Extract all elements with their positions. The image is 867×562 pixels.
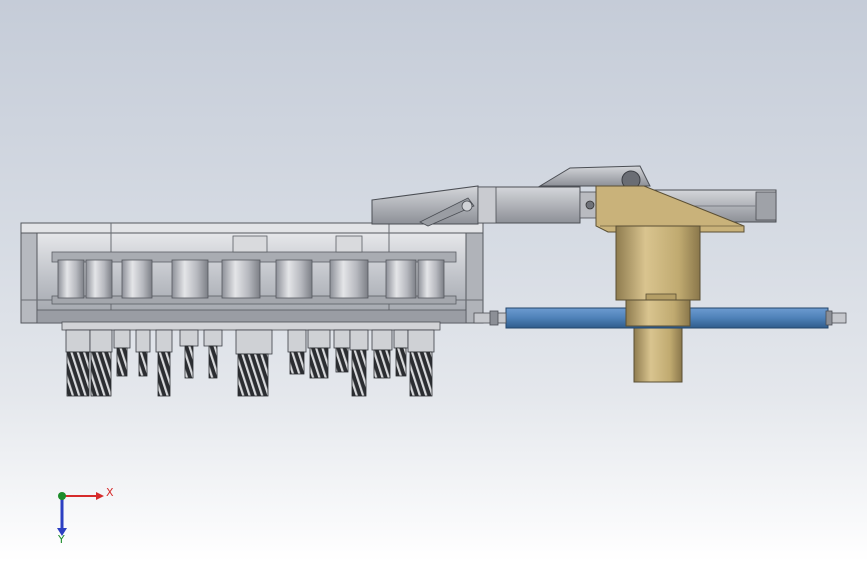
cutter <box>138 351 148 377</box>
cutter <box>90 351 112 397</box>
roller <box>57 259 85 299</box>
y-axis-dot <box>58 492 66 500</box>
tool-holder <box>393 329 409 377</box>
bottom-skirt <box>36 309 467 324</box>
cutter <box>309 347 329 379</box>
holder-rail <box>61 321 441 331</box>
tool-holder <box>113 329 131 377</box>
roller <box>221 259 261 299</box>
cutter <box>289 351 305 375</box>
tool-holder <box>407 329 435 397</box>
cylinder-cap <box>477 186 497 224</box>
guide-rail-end <box>755 191 777 221</box>
arm-pin <box>461 200 473 212</box>
roller <box>85 259 113 299</box>
shaft-upper <box>615 225 701 301</box>
tool-holder <box>371 329 393 379</box>
tool-holders <box>61 321 441 397</box>
tool-holder <box>179 329 199 379</box>
bar-end-right-tip <box>825 310 833 326</box>
tool-holder <box>307 329 331 379</box>
bar-end-left-tip <box>489 310 499 326</box>
roller <box>275 259 313 299</box>
tool-holder <box>65 329 91 397</box>
top-lug <box>232 235 268 253</box>
tool-holder <box>349 329 369 397</box>
roller <box>121 259 153 299</box>
top-lug <box>335 235 363 253</box>
x-axis-arrow <box>96 492 104 500</box>
cutter <box>373 349 391 379</box>
tool-holder <box>203 329 223 379</box>
3d-viewport[interactable] <box>0 0 867 562</box>
tool-holder <box>235 329 273 397</box>
cutter <box>409 351 433 397</box>
magazine-left-wall <box>20 232 38 324</box>
tool-holder <box>135 329 151 377</box>
cutter <box>395 347 407 377</box>
spindle-assembly[interactable] <box>473 225 847 383</box>
cutter <box>184 345 194 379</box>
cutter <box>208 345 218 379</box>
tool-holder <box>287 329 307 375</box>
cutter <box>116 347 128 377</box>
shaft-lower <box>633 325 683 383</box>
rod-end <box>585 200 595 210</box>
cutter <box>66 351 90 397</box>
cutter <box>157 351 171 397</box>
tool-holder <box>89 329 113 397</box>
cutter <box>237 353 269 397</box>
tool-holder <box>333 329 351 373</box>
y-axis-label: Y <box>57 533 65 544</box>
roller <box>171 259 209 299</box>
cutter <box>351 349 367 397</box>
tool-holder <box>155 329 173 397</box>
roller <box>385 259 417 299</box>
bar-hub <box>625 299 691 327</box>
orientation-triad: X Y <box>57 486 114 544</box>
roller <box>417 259 445 299</box>
swing-arm[interactable] <box>371 165 777 233</box>
magazine-right-wall <box>465 232 484 324</box>
roller <box>329 259 369 299</box>
x-axis-label: X <box>106 486 114 499</box>
cutter <box>335 347 349 373</box>
